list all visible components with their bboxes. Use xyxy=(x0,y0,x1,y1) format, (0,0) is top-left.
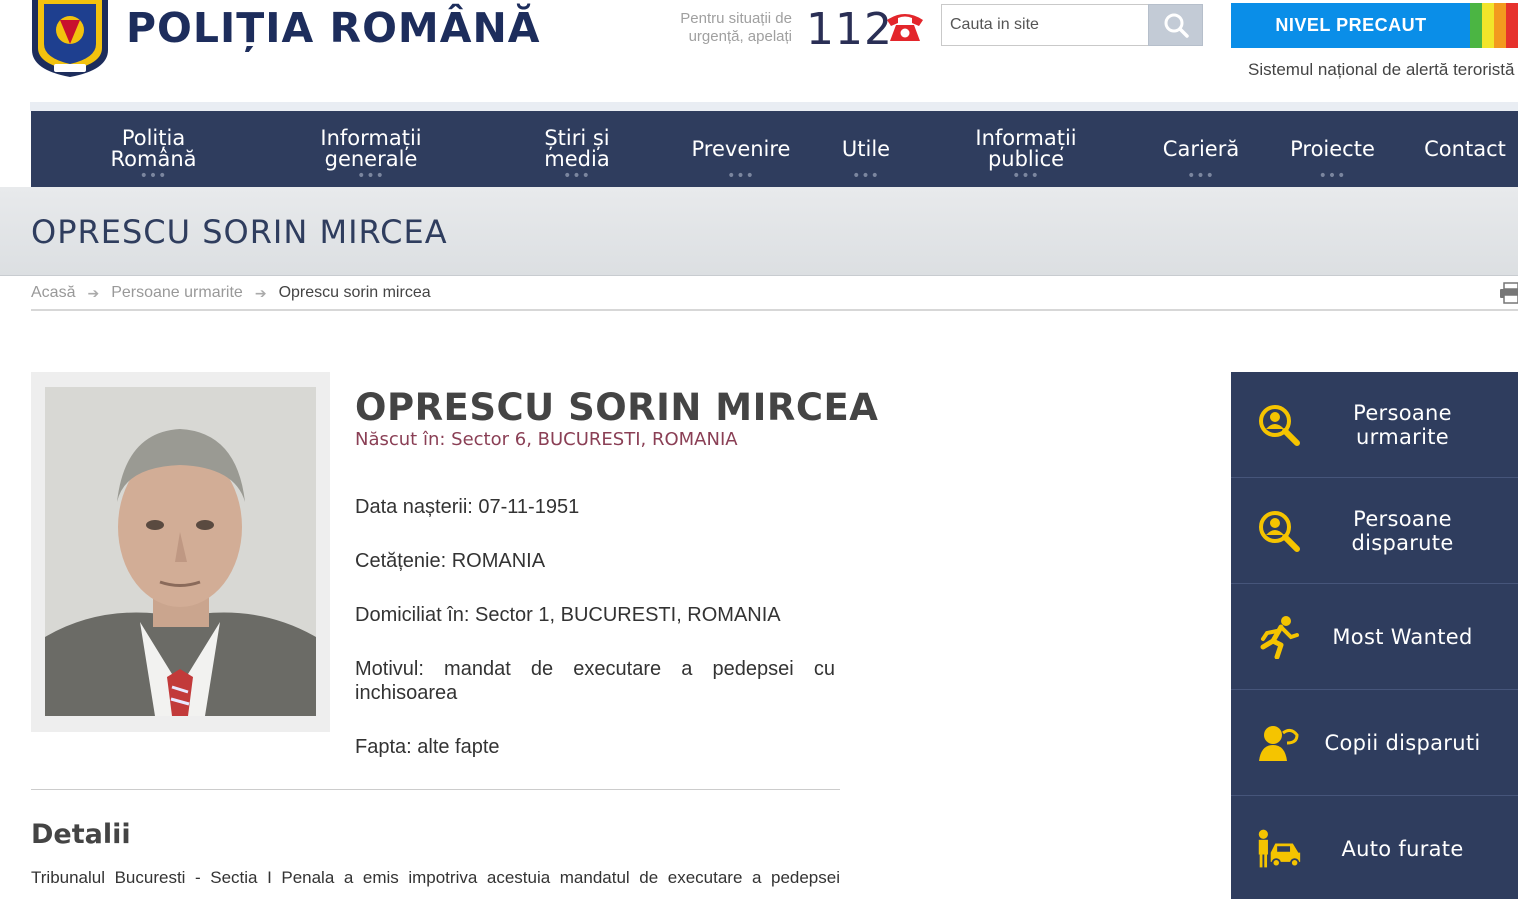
nav-item-utile[interactable]: Utile ••• xyxy=(831,111,901,187)
nav-item-stiri-media[interactable]: Știri și media ••• xyxy=(522,111,632,187)
nav-item-label: Prevenire xyxy=(691,136,791,161)
car-thief-icon xyxy=(1256,826,1302,872)
nav-dots: ••• xyxy=(852,168,880,184)
site-title[interactable]: POLIȚIA ROMÂNĂ xyxy=(126,4,541,52)
running-person-icon xyxy=(1256,614,1302,660)
page-title-band: OPRESCU SORIN MIRCEA xyxy=(0,187,1518,276)
person-domicile: Domiciliat în: Sector 1, BUCURESTI, ROMA… xyxy=(355,604,781,626)
emergency-text: Pentru situații de urgență, apelați xyxy=(680,10,792,45)
alert-caption[interactable]: Sistemul național de alertă teroristă xyxy=(1248,60,1518,80)
nav-top-strip xyxy=(30,102,1518,111)
nav-item-label: Carieră xyxy=(1162,136,1240,161)
sidebar-item-persoane-urmarite[interactable]: Persoane urmarite xyxy=(1231,372,1518,478)
breadcrumb-current: Oprescu sorin mircea xyxy=(278,284,431,301)
nav-item-proiecte[interactable]: Proiecte ••• xyxy=(1281,111,1384,187)
sidebar-item-label: Most Wanted xyxy=(1332,624,1473,649)
magnifier-person-icon xyxy=(1256,402,1302,448)
main-nav: Poliția Română ••• Informații generale •… xyxy=(31,111,1518,187)
magnifier-person-icon xyxy=(1256,508,1302,554)
search-input[interactable] xyxy=(941,4,1148,46)
person-offense: Fapta: alte fapte xyxy=(355,736,500,758)
nav-item-label: Proiecte xyxy=(1290,136,1375,161)
nav-dots: ••• xyxy=(1012,168,1040,184)
nav-item-contact[interactable]: Contact xyxy=(1419,111,1511,187)
details-text: Tribunalul Bucuresti - Sectia I Penala a… xyxy=(31,868,840,887)
nav-item-label: Știri și media xyxy=(544,126,610,171)
alert-color-orange xyxy=(1494,3,1506,48)
alert-color-scale xyxy=(1470,3,1518,48)
print-icon[interactable] xyxy=(1500,282,1518,304)
breadcrumb-section[interactable]: Persoane urmarite xyxy=(111,284,243,302)
nav-item-label: Informații publice xyxy=(975,126,1077,171)
alert-color-yellow xyxy=(1482,3,1494,48)
telephone-icon xyxy=(887,14,923,41)
sidebar-item-most-wanted[interactable]: Most Wanted xyxy=(1231,584,1518,690)
person-birth-date: Data nașterii: 07-11-1951 xyxy=(355,496,580,518)
profile-divider xyxy=(31,789,840,790)
nav-dots: ••• xyxy=(727,168,755,184)
sidebar-item-label: Copii disparuti xyxy=(1324,730,1481,755)
breadcrumb-home[interactable]: Acasă xyxy=(31,284,75,302)
person-reason: Motivul: mandat de executare a pedepsei … xyxy=(355,658,835,704)
person-citizenship: Cetățenie: ROMANIA xyxy=(355,550,546,572)
sidebar-item-copii-disparuti[interactable]: Copii disparuti xyxy=(1231,690,1518,796)
nav-item-label: Informații generale xyxy=(320,126,422,171)
breadcrumb-divider xyxy=(31,309,1518,311)
alert-level: NIVEL PRECAUT xyxy=(1275,15,1427,35)
nav-item-label: Contact xyxy=(1424,136,1506,161)
sidebar-item-label: Persoane urmarite xyxy=(1353,400,1452,449)
police-crest-logo[interactable] xyxy=(30,0,110,77)
sidebar-item-label: Auto furate xyxy=(1341,836,1464,861)
breadcrumb: Acasă ➔ Persoane urmarite ➔ Oprescu sori… xyxy=(31,284,431,302)
page-title: OPRESCU SORIN MIRCEA xyxy=(31,213,448,251)
nav-dots: ••• xyxy=(1318,168,1347,184)
breadcrumb-arrow-icon: ➔ xyxy=(87,284,100,301)
nav-item-informatii-publice[interactable]: Informații publice ••• xyxy=(956,111,1096,187)
nav-item-politia-romana[interactable]: Poliția Română ••• xyxy=(91,111,216,187)
nav-dots: ••• xyxy=(139,168,168,184)
child-icon xyxy=(1256,720,1302,766)
alert-color-red xyxy=(1506,3,1518,48)
alert-color-green xyxy=(1470,3,1482,48)
sidebar-item-auto-furate[interactable]: Auto furate xyxy=(1231,796,1518,899)
nav-item-label: Poliția Română xyxy=(110,126,197,171)
nav-item-informatii-generale[interactable]: Informații generale ••• xyxy=(296,111,446,187)
sidebar-item-persoane-disparute[interactable]: Persoane disparute xyxy=(1231,478,1518,584)
person-name: OPRESCU SORIN MIRCEA xyxy=(355,386,879,429)
person-photo[interactable] xyxy=(45,387,316,716)
emergency-number: 112 xyxy=(806,4,893,55)
search-icon xyxy=(1164,13,1189,38)
person-birthplace: Născut în: Sector 6, BUCURESTI, ROMANIA xyxy=(355,429,738,450)
quick-links-sidebar: Persoane urmarite Persoane disparute Mos… xyxy=(1231,372,1518,899)
person-photo-frame xyxy=(31,372,330,732)
nav-dots: ••• xyxy=(563,168,591,184)
nav-dots: ••• xyxy=(357,168,385,184)
sidebar-item-label: Persoane disparute xyxy=(1351,506,1454,555)
search-button[interactable] xyxy=(1148,4,1203,46)
nav-item-prevenire[interactable]: Prevenire ••• xyxy=(681,111,801,187)
breadcrumb-arrow-icon: ➔ xyxy=(254,284,267,301)
nav-item-label: Utile xyxy=(841,136,891,161)
nav-dots: ••• xyxy=(1187,168,1215,184)
terror-alert-banner[interactable]: NIVEL PRECAUT xyxy=(1231,3,1518,48)
details-heading: Detalii xyxy=(31,819,131,850)
nav-item-cariera[interactable]: Carieră ••• xyxy=(1151,111,1251,187)
